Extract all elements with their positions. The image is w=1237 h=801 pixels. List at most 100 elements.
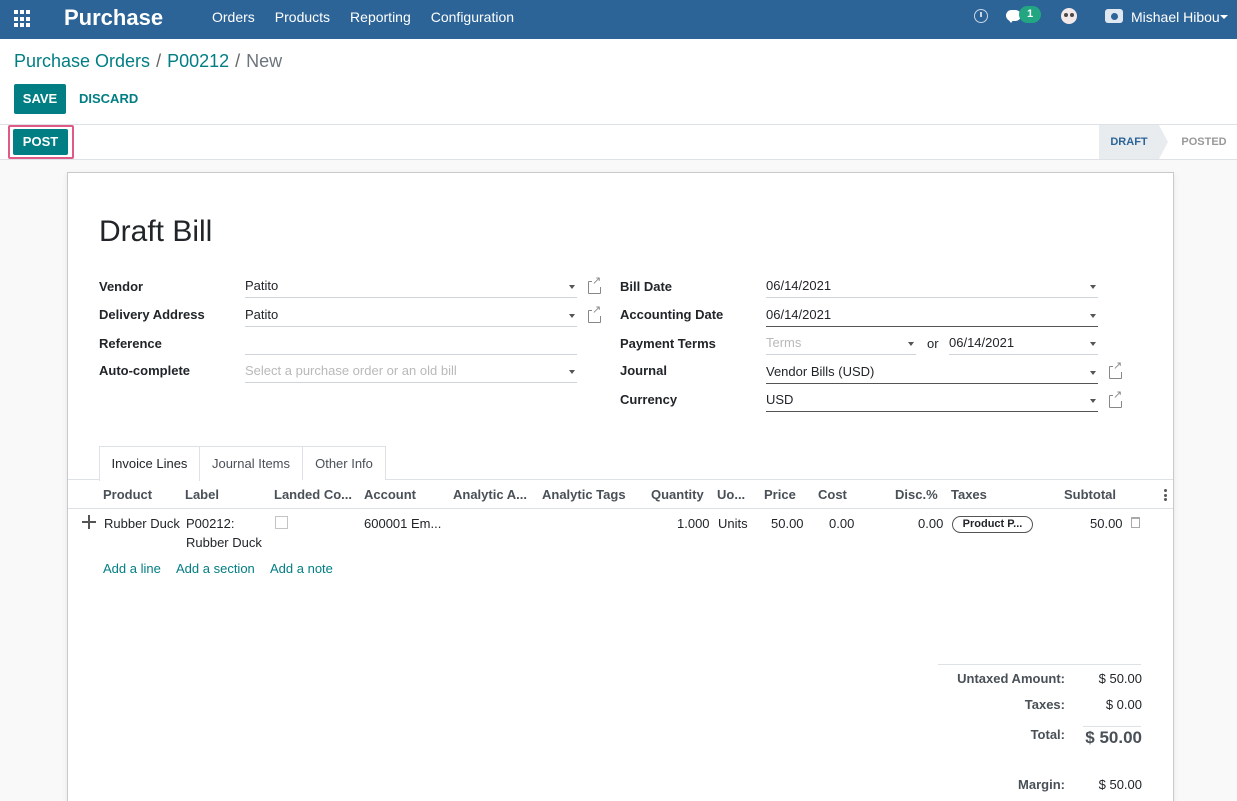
menu-configuration[interactable]: Configuration — [431, 9, 514, 25]
delivery-address-field[interactable]: Patito — [245, 303, 577, 327]
due-date-field[interactable]: 06/14/2021 — [949, 331, 1098, 355]
menu-orders[interactable]: Orders — [212, 9, 255, 25]
accounting-date-field[interactable]: 06/14/2021 — [766, 303, 1098, 327]
post-button[interactable]: POST — [13, 129, 68, 155]
caret-down-icon[interactable] — [1090, 371, 1096, 375]
caret-down-icon[interactable] — [1090, 342, 1096, 346]
app-brand[interactable]: Purchase — [64, 5, 163, 31]
column-header-taxes[interactable]: Taxes — [951, 487, 987, 502]
add-note-link[interactable]: Add a note — [270, 561, 333, 576]
user-menu-name[interactable]: Mishael Hibou — [1131, 9, 1220, 25]
column-header-cost[interactable]: Cost — [818, 487, 847, 502]
total-label: Total: — [1030, 727, 1065, 742]
column-header-price[interactable]: Price — [764, 487, 796, 502]
kebab-icon[interactable] — [1164, 489, 1167, 501]
caret-down-icon[interactable] — [569, 314, 575, 318]
stage-draft[interactable]: DRAFT — [1099, 125, 1168, 159]
currency-field[interactable]: USD — [766, 388, 1098, 412]
page-title: Draft Bill — [99, 215, 213, 248]
column-header-label[interactable]: Label — [185, 487, 219, 502]
caret-down-icon[interactable] — [569, 285, 575, 289]
breadcrumb-order[interactable]: P00212 — [167, 51, 229, 72]
delivery-address-value: Patito — [245, 307, 279, 322]
save-button[interactable]: SAVE — [14, 84, 66, 114]
row-label-line1[interactable]: P00212: — [186, 516, 234, 531]
column-header-quantity[interactable]: Quantity — [651, 487, 704, 502]
external-link-icon[interactable] — [588, 276, 602, 294]
owl-avatar-icon[interactable] — [1061, 8, 1077, 24]
menu-products[interactable]: Products — [275, 9, 330, 25]
tab-journal-items[interactable]: Journal Items — [199, 446, 303, 480]
chat-count-badge[interactable]: 1 — [1019, 6, 1041, 23]
tab-invoice-lines[interactable]: Invoice Lines — [99, 446, 200, 481]
table-header-divider — [68, 508, 1173, 509]
margin-value: $ 50.00 — [1098, 777, 1142, 792]
bill-date-label: Bill Date — [620, 279, 673, 294]
row-label-line2[interactable]: Rubber Duck — [186, 535, 262, 550]
caret-down-icon[interactable] — [1220, 15, 1228, 19]
drag-handle-icon[interactable] — [82, 515, 96, 529]
column-header-subtotal[interactable]: Subtotal — [1064, 487, 1116, 502]
camera-icon[interactable] — [1105, 9, 1123, 23]
stage-posted[interactable]: POSTED — [1172, 125, 1236, 159]
discard-button[interactable]: DISCARD — [79, 91, 138, 106]
caret-down-icon[interactable] — [1090, 285, 1096, 289]
vendor-field[interactable]: Patito — [245, 274, 577, 298]
auto-complete-field[interactable]: Select a purchase order or an old bill — [245, 359, 577, 383]
row-discount[interactable]: 0.00 — [918, 516, 943, 531]
tax-tag[interactable]: Product P... — [952, 516, 1033, 533]
total-divider — [1083, 726, 1141, 727]
column-header-landed-cost[interactable]: Landed Co... — [274, 487, 352, 502]
add-section-link[interactable]: Add a section — [176, 561, 255, 576]
caret-down-icon[interactable] — [1090, 314, 1096, 318]
column-header-analytic-account[interactable]: Analytic A... — [453, 487, 527, 502]
column-header-uom[interactable]: Uo... — [717, 487, 745, 502]
caret-down-icon[interactable] — [569, 370, 575, 374]
add-line-link[interactable]: Add a line — [103, 561, 161, 576]
external-link-icon[interactable] — [1109, 390, 1123, 408]
external-link-icon[interactable] — [588, 305, 602, 323]
breadcrumb-separator: / — [156, 51, 162, 71]
reference-input[interactable] — [245, 331, 577, 355]
tab-other-info[interactable]: Other Info — [302, 446, 386, 480]
bill-date-value: 06/14/2021 — [766, 278, 832, 293]
apps-grid-icon[interactable] — [14, 10, 32, 28]
total-value: $ 50.00 — [1085, 728, 1142, 747]
column-header-discount[interactable]: Disc.% — [895, 487, 938, 502]
external-link-icon[interactable] — [1109, 361, 1123, 379]
landed-cost-checkbox[interactable] — [275, 516, 288, 529]
or-label: or — [927, 336, 939, 351]
due-date-value: 06/14/2021 — [949, 335, 1015, 350]
caret-down-icon[interactable] — [908, 342, 914, 346]
journal-field[interactable]: Vendor Bills (USD) — [766, 360, 1098, 384]
payment-terms-field[interactable]: Terms — [766, 331, 916, 355]
row-account[interactable]: 600001 Em... — [364, 516, 441, 531]
journal-value: Vendor Bills (USD) — [766, 364, 875, 379]
menu-reporting[interactable]: Reporting — [350, 9, 411, 25]
auto-complete-label: Auto-complete — [99, 363, 190, 378]
bill-date-field[interactable]: 06/14/2021 — [766, 274, 1098, 298]
breadcrumb: Purchase Orders / P00212 / New — [14, 51, 282, 72]
trash-icon[interactable] — [1131, 517, 1140, 528]
breadcrumb-separator: / — [235, 51, 241, 71]
row-product[interactable]: Rubber Duck — [104, 516, 180, 531]
column-header-account[interactable]: Account — [364, 487, 416, 502]
accounting-date-label: Accounting Date — [620, 307, 724, 322]
row-cost[interactable]: 0.00 — [829, 516, 854, 531]
caret-down-icon[interactable] — [1090, 399, 1096, 403]
main-menu: Orders Products Reporting Configuration — [212, 9, 534, 25]
column-header-analytic-tags[interactable]: Analytic Tags — [542, 487, 626, 502]
row-subtotal[interactable]: 50.00 — [1090, 516, 1123, 531]
row-quantity[interactable]: 1.000 — [677, 516, 710, 531]
breadcrumb-purchase-orders[interactable]: Purchase Orders — [14, 51, 150, 72]
row-price[interactable]: 50.00 — [771, 516, 804, 531]
accounting-date-value: 06/14/2021 — [766, 307, 832, 322]
column-header-product[interactable]: Product — [103, 487, 152, 502]
row-uom[interactable]: Units — [718, 516, 748, 531]
auto-complete-placeholder: Select a purchase order or an old bill — [245, 363, 457, 378]
top-navbar: Purchase Orders Products Reporting Confi… — [0, 0, 1237, 39]
untaxed-amount-value: $ 50.00 — [1098, 671, 1142, 686]
clock-icon[interactable] — [974, 9, 988, 23]
totals-divider — [938, 664, 1141, 665]
currency-label: Currency — [620, 392, 678, 407]
